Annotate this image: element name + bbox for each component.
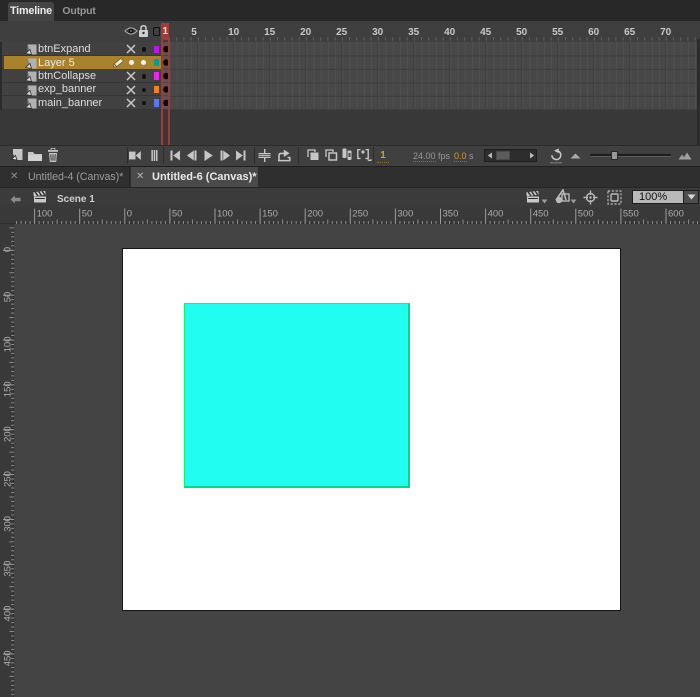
svg-text:250: 250 bbox=[352, 209, 368, 220]
svg-text:600: 600 bbox=[668, 209, 684, 220]
svg-text:400: 400 bbox=[488, 209, 504, 220]
svg-text:0: 0 bbox=[127, 209, 132, 220]
svg-text:550: 550 bbox=[623, 209, 639, 220]
svg-text:50: 50 bbox=[516, 27, 528, 38]
svg-text:50: 50 bbox=[3, 292, 14, 303]
svg-text:40: 40 bbox=[444, 27, 456, 38]
svg-text:50: 50 bbox=[82, 209, 93, 220]
svg-text:300: 300 bbox=[397, 209, 413, 220]
svg-text:150: 150 bbox=[262, 209, 278, 220]
svg-text:30: 30 bbox=[372, 27, 384, 38]
svg-text:20: 20 bbox=[300, 27, 312, 38]
svg-text:60: 60 bbox=[588, 27, 600, 38]
svg-text:65: 65 bbox=[624, 27, 636, 38]
svg-text:35: 35 bbox=[408, 27, 420, 38]
svg-text:450: 450 bbox=[533, 209, 549, 220]
svg-text:55: 55 bbox=[552, 27, 564, 38]
svg-text:5: 5 bbox=[191, 27, 197, 38]
svg-text:100: 100 bbox=[37, 209, 53, 220]
svg-text:50: 50 bbox=[172, 209, 183, 220]
svg-text:200: 200 bbox=[307, 209, 323, 220]
svg-text:45: 45 bbox=[480, 27, 492, 38]
svg-text:100: 100 bbox=[217, 209, 233, 220]
svg-text:15: 15 bbox=[264, 27, 276, 38]
svg-text:350: 350 bbox=[443, 209, 459, 220]
svg-text:25: 25 bbox=[336, 27, 348, 38]
svg-text:0: 0 bbox=[3, 247, 14, 252]
svg-text:500: 500 bbox=[578, 209, 594, 220]
svg-text:10: 10 bbox=[228, 27, 240, 38]
svg-text:70: 70 bbox=[660, 27, 672, 38]
